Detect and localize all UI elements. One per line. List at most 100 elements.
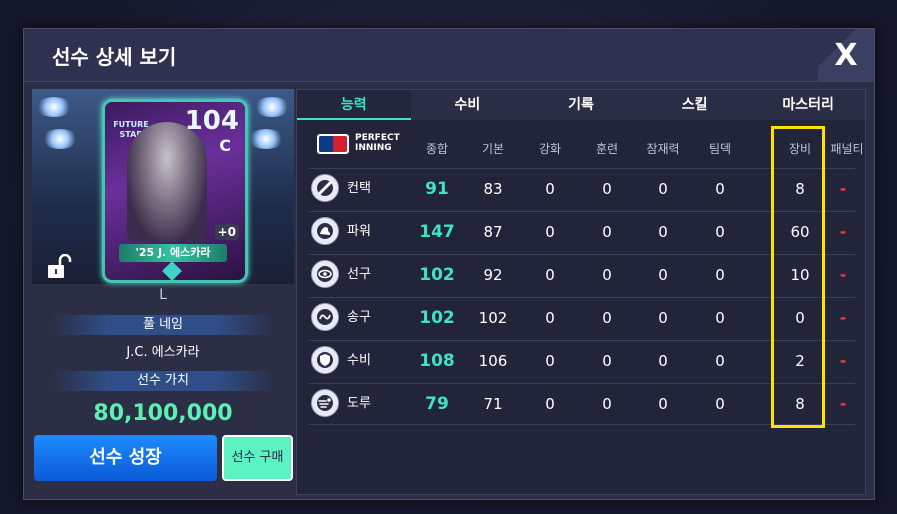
stat-equipment: 10	[790, 266, 810, 284]
muscle-icon	[311, 217, 339, 245]
stat-name: 컨택	[347, 181, 371, 196]
tab-ability[interactable]: 능력	[297, 90, 411, 120]
stat-row-throw: 송구 102 102 0 0 0 0 0 -	[309, 297, 855, 338]
stat-teamdeck: 0	[715, 266, 725, 284]
stat-name: 선구	[347, 267, 371, 282]
stat-teamdeck: 0	[715, 395, 725, 413]
stat-enhance: 0	[545, 223, 555, 241]
stat-penalty: -	[839, 180, 847, 198]
col-header-training: 훈련	[595, 142, 619, 156]
stadium-light	[248, 129, 284, 149]
col-header-potential: 잠재력	[646, 142, 680, 156]
tab-record[interactable]: 기록	[524, 90, 638, 120]
stat-teamdeck: 0	[715, 180, 725, 198]
mlb-logo-icon	[317, 134, 349, 154]
stat-equipment: 8	[795, 395, 805, 413]
stat-base: 106	[478, 352, 508, 370]
player-photo	[127, 122, 207, 242]
logo-line1: PERFECT	[355, 133, 400, 143]
tab-skill[interactable]: 스킬	[638, 90, 752, 120]
stat-total: 102	[419, 265, 455, 285]
eye-icon	[311, 260, 339, 288]
card-grade: C	[219, 136, 231, 155]
logo-line2: INNING	[355, 143, 392, 153]
stat-teamdeck: 0	[715, 223, 725, 241]
stat-penalty: -	[839, 266, 847, 284]
tab-mastery[interactable]: 마스터리	[751, 90, 865, 120]
stat-row-contact: 컨택 91 83 0 0 0 0 8 -	[309, 168, 855, 209]
stat-potential: 0	[658, 180, 668, 198]
player-detail-dialog: 선수 상세 보기 X FUTURE STAR 104 C +0 '25 J. 에…	[23, 28, 875, 500]
stat-row-eye: 선구 102 92 0 0 0 0 10 -	[309, 254, 855, 295]
run-icon	[311, 389, 339, 417]
player-card[interactable]: FUTURE STAR 104 C +0 '25 J. 에스카라	[102, 99, 248, 283]
stat-potential: 0	[658, 266, 668, 284]
title-bar: 선수 상세 보기 X	[24, 29, 874, 82]
stat-equipment: 0	[795, 309, 805, 327]
stat-base: 83	[483, 180, 503, 198]
tab-bar: 능력 수비 기록 스킬 마스터리	[297, 90, 865, 120]
full-name-label: 풀 네임	[52, 315, 274, 335]
stat-potential: 0	[658, 395, 668, 413]
stats-panel: 능력 수비 기록 스킬 마스터리 PERFECT INNING 종합 기본 강화…	[296, 89, 866, 495]
player-buy-button[interactable]: 선수 구매	[222, 435, 293, 481]
col-header-penalty: 패널티	[830, 142, 864, 156]
stat-row-power: 파워 147 87 0 0 0 0 60 -	[309, 211, 855, 252]
col-header-base: 기본	[481, 142, 505, 156]
stat-training: 0	[602, 223, 612, 241]
stat-training: 0	[602, 395, 612, 413]
dialog-title: 선수 상세 보기	[52, 45, 177, 69]
stat-penalty: -	[839, 309, 847, 327]
close-button[interactable]: X	[818, 29, 874, 81]
stat-name: 수비	[347, 353, 371, 368]
stat-base: 71	[483, 395, 503, 413]
stadium-light	[42, 129, 78, 149]
col-header-total: 종합	[425, 142, 449, 156]
stat-potential: 0	[658, 309, 668, 327]
bat-icon	[311, 174, 339, 202]
stat-equipment: 60	[790, 223, 810, 241]
stat-enhance: 0	[545, 266, 555, 284]
col-header-teamdeck: 팀덱	[708, 142, 732, 156]
stat-total: 91	[425, 179, 449, 199]
stat-penalty: -	[839, 223, 847, 241]
stat-penalty: -	[839, 395, 847, 413]
card-player-name: '25 J. 에스카라	[119, 244, 227, 262]
perfect-inning-logo: PERFECT INNING	[317, 132, 407, 156]
stat-base: 92	[483, 266, 503, 284]
stat-enhance: 0	[545, 352, 555, 370]
stat-name: 파워	[347, 224, 371, 239]
stat-total: 79	[425, 394, 449, 414]
player-value-label: 선수 가치	[52, 371, 274, 391]
stat-base: 102	[478, 309, 508, 327]
stat-base: 87	[483, 223, 503, 241]
player-grow-button[interactable]: 선수 성장	[34, 435, 217, 481]
stat-total: 108	[419, 351, 455, 371]
stadium-light	[36, 97, 72, 117]
stat-row-defense: 수비 108 106 0 0 0 0 2 -	[309, 340, 855, 381]
stat-total: 147	[419, 222, 455, 242]
enhance-level: +0	[214, 224, 239, 240]
stat-potential: 0	[658, 223, 668, 241]
stadium-light	[254, 97, 290, 117]
stat-training: 0	[602, 309, 612, 327]
stat-name: 송구	[347, 310, 371, 325]
stat-equipment: 8	[795, 180, 805, 198]
col-header-equipment: 장비	[788, 142, 812, 156]
col-header-enhance: 강화	[538, 142, 562, 156]
stat-name: 도루	[347, 396, 371, 411]
stat-training: 0	[602, 352, 612, 370]
stat-total: 102	[419, 308, 455, 328]
player-position: L	[159, 287, 167, 303]
stat-training: 0	[602, 180, 612, 198]
stat-training: 0	[602, 266, 612, 284]
throw-icon	[311, 303, 339, 331]
stat-teamdeck: 0	[715, 352, 725, 370]
unlock-icon[interactable]	[46, 253, 72, 280]
full-name-value: J.C. 에스카라	[126, 345, 200, 360]
shield-icon	[311, 346, 339, 374]
stat-enhance: 0	[545, 395, 555, 413]
tab-defense[interactable]: 수비	[411, 90, 525, 120]
player-card-panel: FUTURE STAR 104 C +0 '25 J. 에스카라 L 풀 네임 …	[32, 89, 294, 493]
stat-enhance: 0	[545, 180, 555, 198]
